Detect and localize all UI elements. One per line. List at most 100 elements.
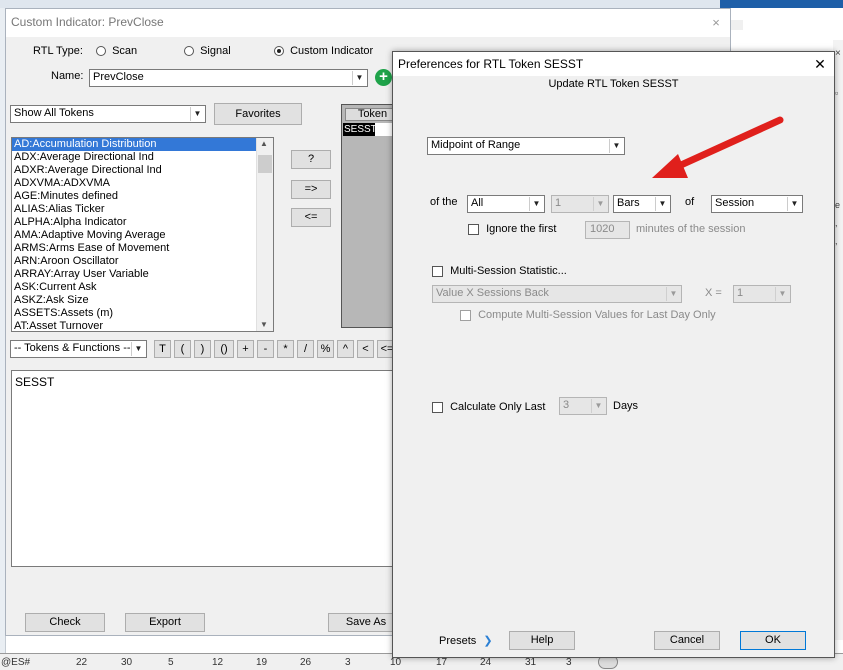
ignore-minutes-input[interactable]: 1020 xyxy=(585,221,630,239)
chevron-down-icon[interactable]: ▼ xyxy=(593,197,607,211)
token-list-item[interactable]: ARMS:Arms Ease of Movement xyxy=(12,242,273,255)
chevron-down-icon[interactable]: ▼ xyxy=(131,342,145,356)
operator-button[interactable]: * xyxy=(277,340,294,358)
multi-session-checkbox[interactable]: Multi-Session Statistic... xyxy=(432,265,567,277)
close-icon[interactable]: ✕ xyxy=(812,56,828,72)
axis-tick: 31 xyxy=(525,657,537,668)
chevron-down-icon[interactable]: ▼ xyxy=(787,197,801,211)
count-select[interactable]: 1 ▼ xyxy=(551,195,609,213)
multi-session-select[interactable]: Value X Sessions Back ▼ xyxy=(432,285,682,303)
name-value: PrevClose xyxy=(93,71,144,83)
token-list-item[interactable]: ADX:Average Directional Ind xyxy=(12,151,273,164)
chevron-down-icon[interactable]: ▼ xyxy=(529,197,543,211)
operator-button[interactable]: - xyxy=(257,340,274,358)
formula-editor[interactable]: SESST xyxy=(11,370,411,567)
calc-last-select[interactable]: 3 ▼ xyxy=(559,397,607,415)
chevron-down-icon[interactable]: ▼ xyxy=(609,139,623,153)
token-list[interactable]: AD:Accumulation Distribution ADX:Average … xyxy=(11,137,274,332)
axis-tick: 3 xyxy=(345,657,351,668)
unit-select[interactable]: Bars ▼ xyxy=(613,195,671,213)
token-cell[interactable]: SESST xyxy=(343,123,377,136)
range-select[interactable]: All ▼ xyxy=(467,195,545,213)
of-the-label: of the xyxy=(430,196,458,208)
scroll-thumb[interactable] xyxy=(258,155,272,173)
token-list-item[interactable]: AMA:Adaptive Moving Average xyxy=(12,229,273,242)
dialog-title: Preferences for RTL Token SESST xyxy=(393,52,834,76)
cancel-button[interactable]: Cancel xyxy=(654,631,720,650)
close-icon[interactable]: × xyxy=(708,15,724,31)
calc-last-checkbox[interactable]: Calculate Only Last xyxy=(432,401,545,413)
tokens-functions-combo[interactable]: -- Tokens & Functions -- ▼ xyxy=(10,340,147,358)
compute-multi-checkbox[interactable]: Compute Multi-Session Values for Last Da… xyxy=(460,309,716,321)
token-list-item[interactable]: ASSETS:Assets (m) xyxy=(12,307,273,320)
presets-menu[interactable]: Presets ❯ xyxy=(439,634,493,647)
radio-custom-indicator[interactable]: Custom Indicator xyxy=(274,45,373,57)
chevron-down-icon[interactable]: ▼ xyxy=(591,399,605,413)
chevron-down-icon[interactable]: ▼ xyxy=(352,71,366,85)
radio-icon xyxy=(274,46,284,57)
radio-signal[interactable]: Signal xyxy=(184,45,231,57)
axis-tick: 22 xyxy=(76,657,88,668)
token-list-item[interactable]: ALPHA:Alpha Indicator xyxy=(12,216,273,229)
help-button[interactable]: Help xyxy=(509,631,575,650)
chevron-down-icon[interactable]: ▼ xyxy=(190,107,204,121)
x-select[interactable]: 1 ▼ xyxy=(733,285,791,303)
operator-button[interactable]: < xyxy=(357,340,374,358)
name-combo[interactable]: PrevClose ▼ xyxy=(89,69,368,87)
axis-tick: 12 xyxy=(212,657,224,668)
statistic-select[interactable]: Midpoint of Range ▼ xyxy=(427,137,625,155)
token-help-button[interactable]: ? xyxy=(291,150,331,169)
name-label: Name: xyxy=(51,70,84,82)
token-list-item[interactable]: ASK:Current Ask xyxy=(12,281,273,294)
operator-button[interactable]: T xyxy=(154,340,171,358)
scroll-down-icon[interactable]: ▼ xyxy=(260,320,268,329)
remove-token-button[interactable]: <= xyxy=(291,208,331,227)
x-label: X = xyxy=(705,287,722,299)
axis-tick: 26 xyxy=(300,657,312,668)
token-list-item[interactable]: ASKZ:Ask Size xyxy=(12,294,273,307)
days-label: Days xyxy=(613,400,639,412)
add-plus-icon[interactable]: + xyxy=(375,69,392,86)
operator-button[interactable]: ( xyxy=(174,340,191,358)
export-button[interactable]: Export xyxy=(125,613,205,632)
window-title: Custom Indicator: PrevClose xyxy=(6,9,730,37)
compute-multi-label: Compute Multi-Session Values for Last Da… xyxy=(478,309,716,321)
axis-tick: 3 xyxy=(566,657,572,668)
add-token-button[interactable]: => xyxy=(291,180,331,199)
check-button[interactable]: Check xyxy=(25,613,105,632)
token-list-item[interactable]: AD:Accumulation Distribution xyxy=(12,138,273,151)
checkbox-icon xyxy=(432,401,443,413)
chevron-down-icon[interactable]: ▼ xyxy=(775,287,789,301)
token-list-item[interactable]: AT:Asset Turnover xyxy=(12,320,273,331)
token-list-item[interactable]: ARRAY:Array User Variable xyxy=(12,268,273,281)
rtl-type-label: RTL Type: xyxy=(33,45,83,57)
axis-tick: 24 xyxy=(480,657,492,668)
chevron-down-icon[interactable]: ▼ xyxy=(666,287,680,301)
radio-icon xyxy=(96,46,106,57)
count-value: 1 xyxy=(555,197,562,209)
operator-button[interactable]: ) xyxy=(194,340,211,358)
token-list-item[interactable]: ADXVMA:ADXVMA xyxy=(12,177,273,190)
operator-button[interactable]: / xyxy=(297,340,314,358)
token-list-scrollbar[interactable]: ▲ ▼ xyxy=(256,138,273,331)
operator-button[interactable]: + xyxy=(237,340,254,358)
chevron-down-icon[interactable]: ▼ xyxy=(655,197,669,211)
token-filter-combo[interactable]: Show All Tokens ▼ xyxy=(10,105,206,123)
scroll-up-icon[interactable]: ▲ xyxy=(260,139,268,148)
operator-button[interactable]: % xyxy=(317,340,334,358)
token-list-item[interactable]: AGE:Minutes defined xyxy=(12,190,273,203)
operator-button[interactable]: ^ xyxy=(337,340,354,358)
symbol-label[interactable]: @ES# xyxy=(1,657,30,668)
ignore-first-label: Ignore the first xyxy=(486,223,557,235)
operator-button[interactable]: () xyxy=(214,340,234,358)
token-list-item[interactable]: ADXR:Average Directional Ind xyxy=(12,164,273,177)
scope-select[interactable]: Session ▼ xyxy=(711,195,803,213)
radio-scan[interactable]: Scan xyxy=(96,45,137,57)
token-list-item[interactable]: ALIAS:Alias Ticker xyxy=(12,203,273,216)
ignore-first-checkbox[interactable]: Ignore the first xyxy=(468,223,556,235)
ok-button[interactable]: OK xyxy=(740,631,806,650)
token-list-item[interactable]: ARN:Aroon Oscillator xyxy=(12,255,273,268)
scope-value: Session xyxy=(715,197,755,209)
favorites-button[interactable]: Favorites xyxy=(214,103,302,125)
range-value: All xyxy=(471,197,484,209)
